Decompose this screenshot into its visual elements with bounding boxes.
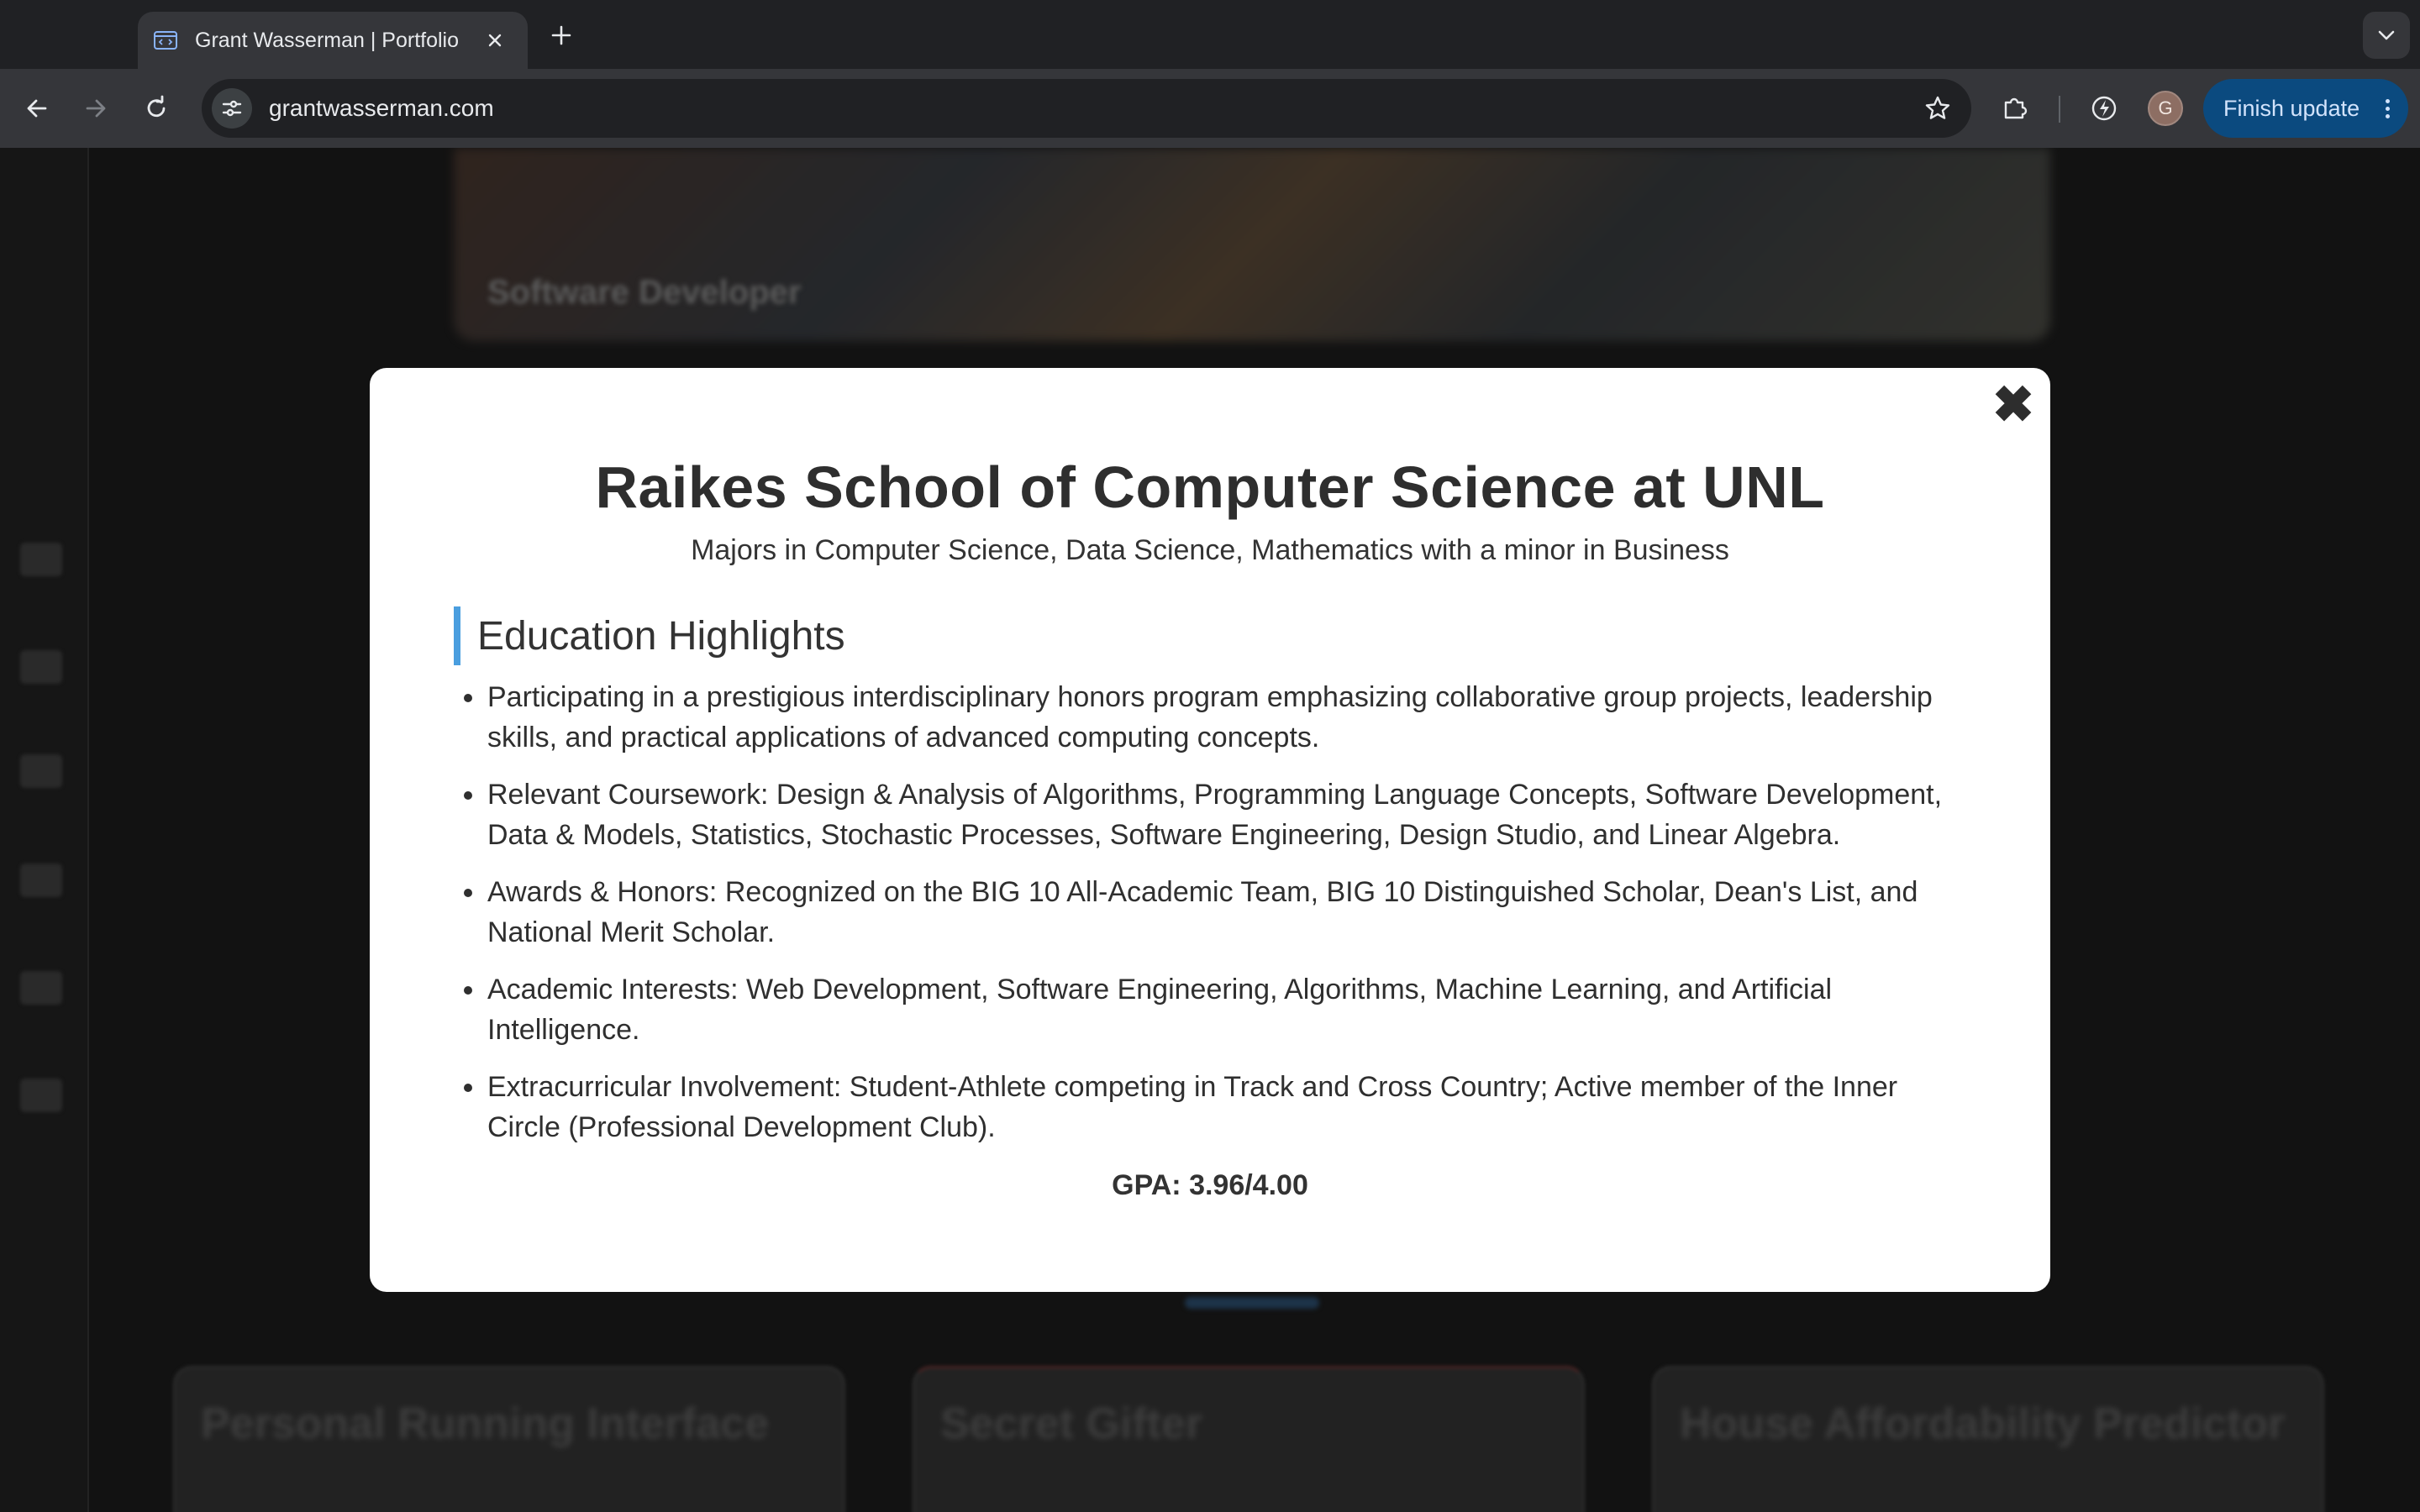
project-card-title: Secret Gifter — [940, 1399, 1203, 1448]
new-tab-icon[interactable] — [544, 18, 578, 52]
address-bar[interactable]: grantwasserman.com — [202, 79, 1971, 138]
finish-update-label: Finish update — [2223, 95, 2360, 121]
performance-icon[interactable] — [2084, 88, 2124, 129]
hero-caption: Software Developer — [487, 274, 802, 311]
modal-title: Raikes School of Computer Science at UNL — [595, 454, 1825, 520]
nav-projects-icon[interactable] — [20, 754, 62, 788]
list-item: Awards & Honors: Recognized on the BIG 1… — [464, 872, 1966, 953]
nav-resume-icon[interactable] — [20, 864, 62, 897]
list-item: Academic Interests: Web Development, Sof… — [464, 969, 1966, 1050]
project-card[interactable]: Personal Running Interface — [173, 1366, 845, 1512]
more-menu-icon[interactable] — [2386, 98, 2390, 118]
back-icon[interactable] — [17, 88, 57, 129]
nav-contact-icon[interactable] — [20, 1079, 62, 1112]
highlights-list: Participating in a prestigious interdisc… — [464, 677, 1966, 1164]
tab-title: Grant Wasserman | Portfolio — [195, 28, 460, 52]
project-card-title: Personal Running Interface — [201, 1399, 770, 1448]
close-tab-icon[interactable] — [481, 26, 509, 55]
section-heading: Education Highlights — [454, 606, 845, 665]
code-window-icon — [153, 29, 178, 51]
list-item: Relevant Coursework: Design & Analysis o… — [464, 774, 1966, 855]
modal-subtitle: Majors in Computer Science, Data Science… — [691, 534, 1729, 566]
project-card[interactable]: Secret Gifter — [913, 1366, 1585, 1512]
reload-icon[interactable] — [136, 88, 176, 129]
site-settings-icon[interactable] — [212, 88, 252, 129]
sidebar — [0, 148, 89, 1512]
close-icon[interactable]: ✖ — [1980, 380, 2047, 430]
nav-work-icon[interactable] — [20, 650, 62, 684]
carousel-indicator — [1185, 1297, 1319, 1309]
gpa-text: GPA: 3.96/4.00 — [1112, 1169, 1308, 1201]
project-card[interactable]: House Affordability Predictor — [1652, 1366, 2324, 1512]
forward-icon[interactable] — [76, 88, 116, 129]
list-item: Extracurricular Involvement: Student-Ath… — [464, 1067, 1966, 1147]
nav-home-icon[interactable] — [20, 543, 62, 576]
finish-update-button[interactable]: Finish update — [2203, 79, 2408, 138]
nav-skills-icon[interactable] — [20, 971, 62, 1005]
project-card-title: House Affordability Predictor — [1680, 1399, 2286, 1448]
browser-toolbar: grantwasserman.com G Finish update — [0, 69, 2420, 148]
hero-image — [454, 148, 2050, 341]
tab-strip: Grant Wasserman | Portfolio — [0, 0, 2420, 69]
extensions-icon[interactable] — [1995, 88, 2035, 129]
tab-search-icon[interactable] — [2363, 12, 2410, 59]
profile-avatar[interactable]: G — [2148, 91, 2183, 126]
tab-portfolio[interactable]: Grant Wasserman | Portfolio — [138, 12, 528, 69]
toolbar-divider — [2059, 96, 2060, 123]
bookmark-star-icon[interactable] — [1918, 88, 1958, 129]
url-text: grantwasserman.com — [269, 95, 494, 121]
list-item: Participating in a prestigious interdisc… — [464, 677, 1966, 758]
